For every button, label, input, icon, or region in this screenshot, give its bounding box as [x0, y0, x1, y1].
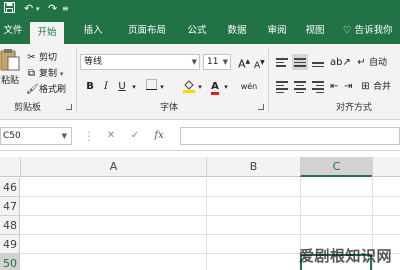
customize-icon[interactable]: ≡ [62, 2, 69, 16]
select-all-corner[interactable] [0, 157, 20, 177]
align-top-icon[interactable] [274, 56, 290, 72]
font-dialog-launcher[interactable] [258, 104, 264, 110]
font-name-select[interactable]: 等线 ▼ [80, 54, 200, 70]
row-header-50[interactable]: 50 [0, 254, 20, 270]
formula-bar: C50 ▼ ⋮ ✕ ✓ fx [0, 121, 400, 151]
column-header-b[interactable]: B [206, 157, 300, 177]
decrease-font-button[interactable]: A▼ [254, 56, 265, 71]
font-group-label: 字体 [160, 103, 179, 113]
tab-home[interactable]: 开始 [30, 22, 64, 44]
fill-color-button[interactable] [182, 79, 196, 95]
group-divider [76, 48, 77, 112]
scissors-icon: ✂ [27, 52, 36, 63]
gridline [206, 178, 207, 270]
column-header-row: A B C [0, 157, 400, 177]
decrease-indent-button[interactable]: ⇤ [330, 80, 338, 94]
orientation-icon: ab↗ [330, 57, 351, 68]
clipboard-icon [0, 49, 20, 71]
tab-page-layout[interactable]: 页面布局 [120, 18, 174, 44]
name-box[interactable]: C50 ▼ [0, 127, 72, 145]
clipboard-dialog-launcher[interactable] [66, 104, 72, 110]
align-right-icon[interactable] [310, 79, 326, 95]
column-header-c[interactable]: C [300, 157, 372, 177]
wrap-text-button[interactable]: ↵ 自动 [356, 56, 387, 70]
alignment-group-label: 对齐方式 [336, 103, 373, 113]
font-color-button[interactable]: A [208, 79, 222, 95]
group-divider [268, 48, 269, 112]
increase-indent-button[interactable]: ⇥ [344, 80, 352, 94]
align-middle-icon[interactable] [292, 54, 308, 70]
clipboard-group-label: 剪贴板 [14, 103, 42, 113]
align-left-icon[interactable] [274, 79, 290, 95]
increase-font-button[interactable]: A▲ [238, 55, 250, 71]
tab-insert[interactable]: 插入 [76, 18, 110, 44]
enter-icon[interactable]: ✓ [128, 128, 142, 144]
tab-review[interactable]: 审阅 [260, 18, 294, 44]
borders-icon [145, 79, 157, 90]
font-color-dropdown-icon[interactable]: ▾ [222, 79, 230, 95]
lightbulb-icon: ♡ [343, 25, 352, 36]
increase-indent-icon: ⇥ [344, 81, 353, 92]
column-header-next[interactable] [372, 157, 400, 177]
font-size-select[interactable]: 11 ▼ [203, 54, 231, 70]
undo-dropdown-icon[interactable]: ▾ [36, 2, 40, 16]
spreadsheet-grid: A B C 46 47 48 49 50 爱剧根知识网 [0, 151, 400, 270]
borders-button[interactable] [144, 79, 158, 95]
row-header-47[interactable]: 47 [0, 197, 20, 216]
copy-dropdown-icon[interactable]: ▾ [60, 70, 64, 78]
save-icon[interactable] [4, 2, 15, 16]
merge-icon: ⊞ [361, 81, 370, 92]
gridline [20, 234, 400, 235]
decrease-indent-icon: ⇤ [330, 81, 339, 92]
bold-button[interactable]: B [84, 79, 96, 95]
formula-input[interactable] [180, 127, 400, 145]
paste-label: 粘贴 [1, 76, 20, 86]
tell-me-search[interactable]: ♡ 告诉我你 [343, 18, 393, 44]
watermark: 爱剧根知识网 [298, 247, 392, 265]
align-bottom-icon[interactable] [310, 56, 326, 72]
fill-color-dropdown-icon[interactable]: ▾ [196, 79, 204, 95]
row-header-46[interactable]: 46 [0, 178, 20, 197]
tab-view[interactable]: 视图 [298, 18, 332, 44]
redo-icon[interactable]: ↷ [48, 2, 57, 16]
align-center-icon[interactable] [292, 79, 308, 95]
format-painter-button[interactable]: 🖌格式刷 [26, 83, 66, 97]
italic-button[interactable]: I [100, 79, 112, 95]
copy-button[interactable]: ⧉ 复制 ▾ [26, 67, 63, 81]
tab-file[interactable]: 文件 [0, 18, 26, 44]
borders-dropdown-icon[interactable]: ▾ [158, 79, 166, 95]
gridline [20, 215, 400, 216]
copy-icon: ⧉ [27, 68, 36, 79]
insert-function-icon[interactable]: fx [152, 128, 166, 144]
paint-bucket-icon [183, 80, 195, 93]
gridline [20, 196, 400, 197]
column-header-a[interactable]: A [20, 157, 206, 177]
merge-center-button[interactable]: ⊞ 合并 [360, 80, 391, 94]
chevron-down-icon: ▼ [222, 58, 228, 66]
title-bar: ↶ ▾ ↷ ≡ [0, 0, 400, 18]
chevron-down-icon: ▼ [191, 58, 197, 66]
chevron-down-icon: ▼ [61, 132, 67, 140]
orientation-button[interactable]: ab↗ [330, 56, 351, 70]
row-header-49[interactable]: 49 [0, 235, 20, 254]
ribbon: 粘贴 ✂ 剪切 ⧉ 复制 ▾ 🖌格式刷 剪贴板 等线 ▼ 11 ▼ A▲ A▼ B … [0, 44, 400, 120]
tab-formulas[interactable]: 公式 [180, 18, 214, 44]
row-header-48[interactable]: 48 [0, 216, 20, 235]
format-painter-icon: 🖌 [26, 84, 39, 95]
underline-button[interactable]: U [116, 79, 128, 95]
formula-bar-grip-icon: ⋮ [83, 129, 95, 143]
wrap-text-icon: ↵ [357, 57, 366, 68]
cut-button[interactable]: ✂ 剪切 [26, 51, 57, 65]
ribbon-tabs: 文件 开始 插入 页面布局 公式 数据 审阅 视图 ♡ 告诉我你 [0, 18, 400, 44]
underline-dropdown-icon[interactable]: ▾ [130, 79, 138, 95]
cancel-icon[interactable]: ✕ [104, 128, 118, 144]
undo-icon[interactable]: ↶ [24, 2, 33, 16]
phonetic-button[interactable]: wén [238, 79, 260, 95]
tab-data[interactable]: 数据 [220, 18, 254, 44]
